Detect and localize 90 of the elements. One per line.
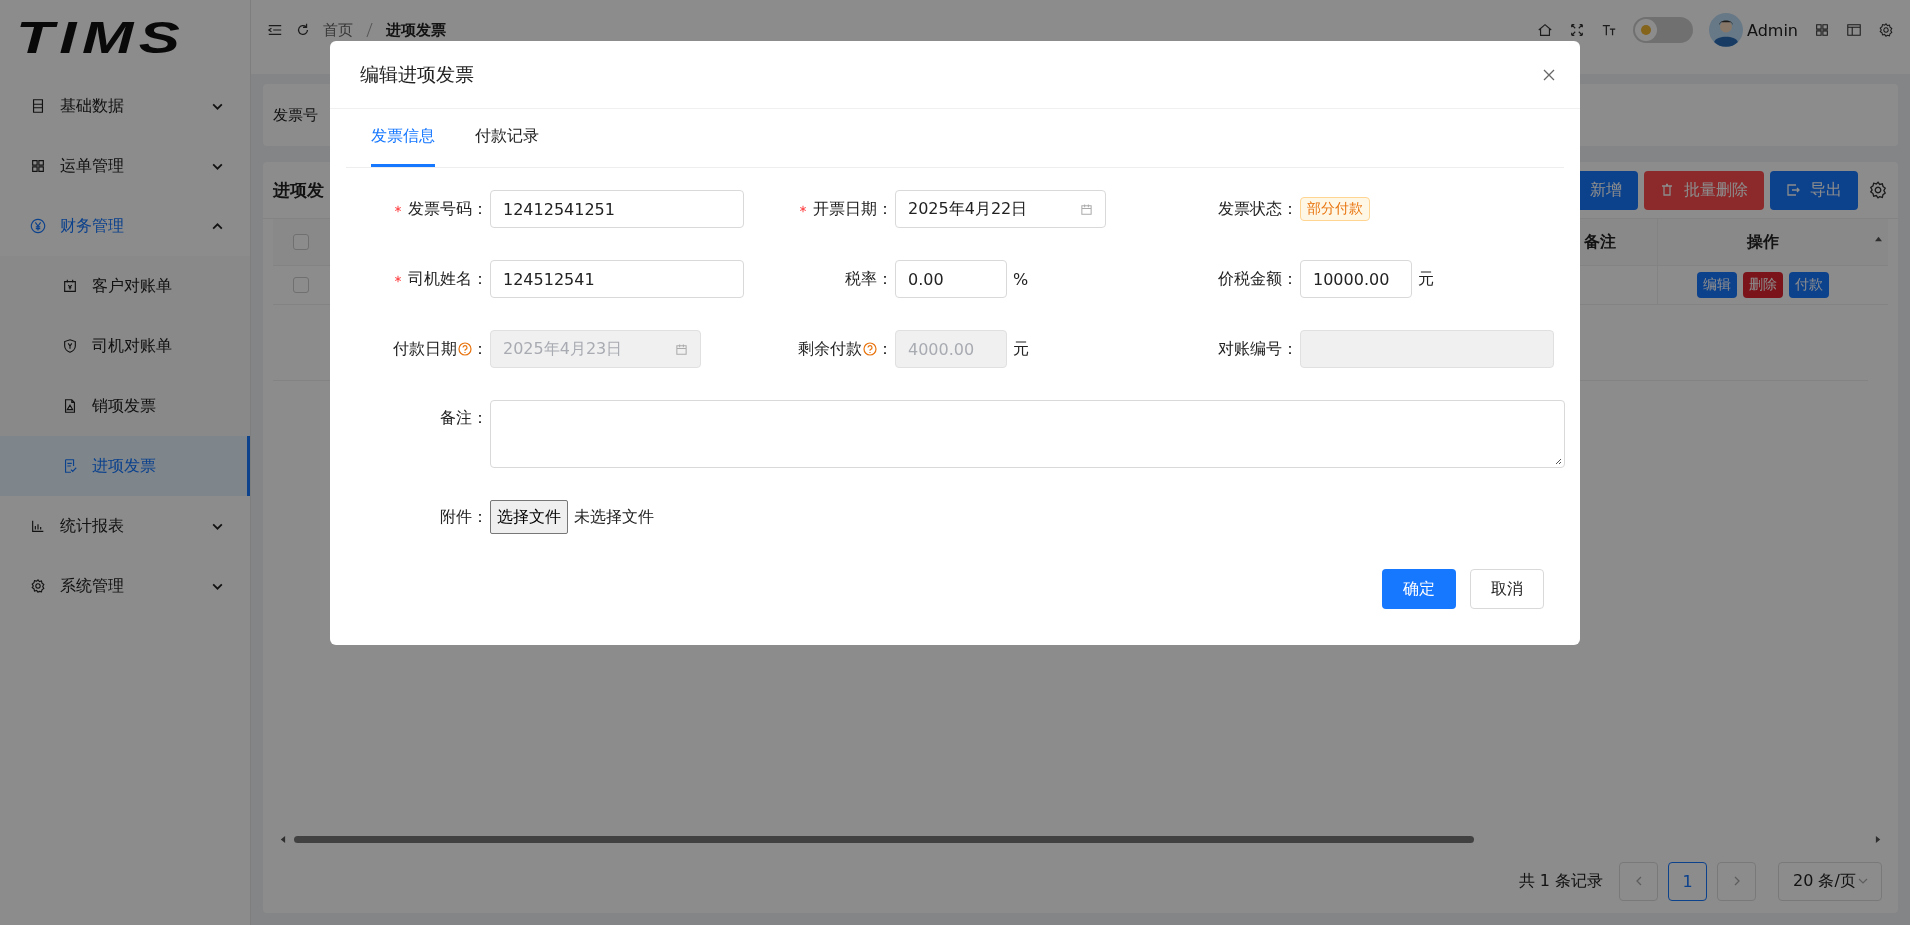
field-label: 发票号码 (408, 198, 472, 220)
calendar-icon (675, 342, 688, 356)
field-label: 备注 (440, 408, 472, 429)
menu-item[interactable]: 运单管理 (0, 136, 250, 196)
label-colon: ： (1282, 198, 1298, 220)
font-size-icon[interactable] (1601, 22, 1617, 38)
close-icon[interactable] (1542, 67, 1556, 82)
layout-icon[interactable] (1846, 22, 1862, 38)
row-action-button[interactable]: 编辑 (1697, 272, 1737, 298)
label-colon: ： (472, 506, 488, 528)
bar-chart-icon (30, 518, 46, 534)
search-label: 发票号 (273, 105, 318, 125)
trash-icon (1660, 183, 1674, 197)
settings-icon[interactable] (1878, 22, 1894, 38)
menu-icon[interactable] (267, 22, 283, 38)
resize-grip-icon[interactable] (1554, 457, 1562, 465)
menu-item[interactable]: 系统管理 (0, 556, 250, 616)
label-colon: ： (472, 198, 488, 220)
grid-icon (30, 158, 46, 174)
fullscreen-icon[interactable] (1569, 22, 1585, 38)
calendar-icon (1080, 202, 1093, 216)
label-colon: ： (877, 198, 893, 220)
row-action-button[interactable]: 付款 (1789, 272, 1829, 298)
input-field[interactable]: 10000.00 (1300, 260, 1412, 298)
page-size-select[interactable]: 20 条/页 (1778, 861, 1882, 901)
scroll-up-icon[interactable] (1873, 235, 1883, 242)
unit-label: 元 (1013, 338, 1029, 360)
label-colon: ： (472, 408, 488, 429)
label-colon: ： (877, 268, 893, 290)
breadcrumb-item: 进项发票 (386, 20, 446, 40)
checkbox[interactable] (292, 277, 309, 293)
field-label: 司机姓名 (408, 268, 472, 290)
document-icon (62, 398, 78, 414)
page-button[interactable]: 1 (1668, 861, 1707, 901)
grid-icon[interactable] (1814, 22, 1830, 38)
user-name[interactable]: Admin (1747, 20, 1798, 40)
checkbox[interactable] (292, 234, 309, 250)
tab[interactable]: 发票信息 (371, 109, 435, 167)
row-action-button[interactable]: 删除 (1743, 272, 1783, 298)
breadcrumb-item[interactable]: 首页 (323, 20, 353, 40)
avatar-icon[interactable] (1709, 13, 1743, 47)
scroll-right-icon[interactable] (1875, 834, 1882, 844)
menu-item[interactable]: 财务管理 (0, 196, 250, 256)
field-label: 税率 (845, 268, 877, 290)
total-count: 共 1 条记录 (1518, 870, 1603, 892)
unit-label: 元 (1418, 268, 1434, 290)
scroll-left-icon[interactable] (279, 834, 286, 844)
document-check-icon (62, 458, 78, 474)
field-label: 价税金额 (1218, 268, 1282, 290)
input-field[interactable]: 0.00 (895, 260, 1007, 298)
home-icon[interactable] (1537, 22, 1553, 38)
choose-file-button[interactable]: 选择文件 (490, 500, 568, 534)
column-header: 备注 (1584, 231, 1616, 253)
label-colon: ： (1282, 268, 1298, 290)
input-field[interactable]: 124512541 (490, 260, 744, 298)
dialog-button[interactable]: 取消 (1470, 569, 1544, 609)
unit-label: % (1013, 269, 1029, 289)
tab[interactable]: 付款记录 (475, 109, 539, 167)
date-field[interactable]: 2025年4月22日 (895, 190, 1106, 228)
column-header: 操作 (1747, 231, 1779, 253)
shield-icon (62, 338, 78, 354)
toolbar-button[interactable]: 导出 (1770, 170, 1858, 210)
status-tag: 部分付款 (1300, 197, 1370, 221)
logo: TIMS (16, 13, 186, 63)
field-label: 对账编号 (1218, 338, 1282, 360)
field-label: 发票状态 (1218, 198, 1282, 220)
file-status: 未选择文件 (574, 506, 654, 528)
table-title: 进项发 (273, 178, 324, 202)
dialog-title: 编辑进项发票 (360, 61, 474, 87)
label-colon: ： (472, 338, 488, 360)
label-colon: ： (1282, 338, 1298, 360)
label-colon: ： (472, 268, 488, 290)
dialog-button[interactable]: 确定 (1382, 569, 1456, 609)
scrollbar-thumb[interactable] (294, 835, 1474, 843)
theme-toggle[interactable] (1633, 17, 1693, 43)
field-label: 剩余付款 (798, 338, 862, 360)
field-label: 附件 (440, 506, 472, 528)
refresh-icon[interactable] (295, 22, 311, 38)
export-icon (1786, 183, 1800, 197)
field-label: 开票日期 (813, 198, 877, 220)
settings-icon[interactable] (1868, 180, 1888, 200)
calendar-icon (62, 278, 78, 294)
input-field[interactable]: 12412541251 (490, 190, 744, 228)
list-icon (30, 98, 46, 114)
menu-item[interactable]: 统计报表 (0, 496, 250, 556)
gear-icon (30, 578, 46, 594)
menu-item[interactable]: 基础数据 (0, 76, 250, 136)
yen-icon (30, 218, 46, 234)
label-colon: ： (877, 338, 893, 360)
field-label: 付款日期 (393, 338, 457, 360)
